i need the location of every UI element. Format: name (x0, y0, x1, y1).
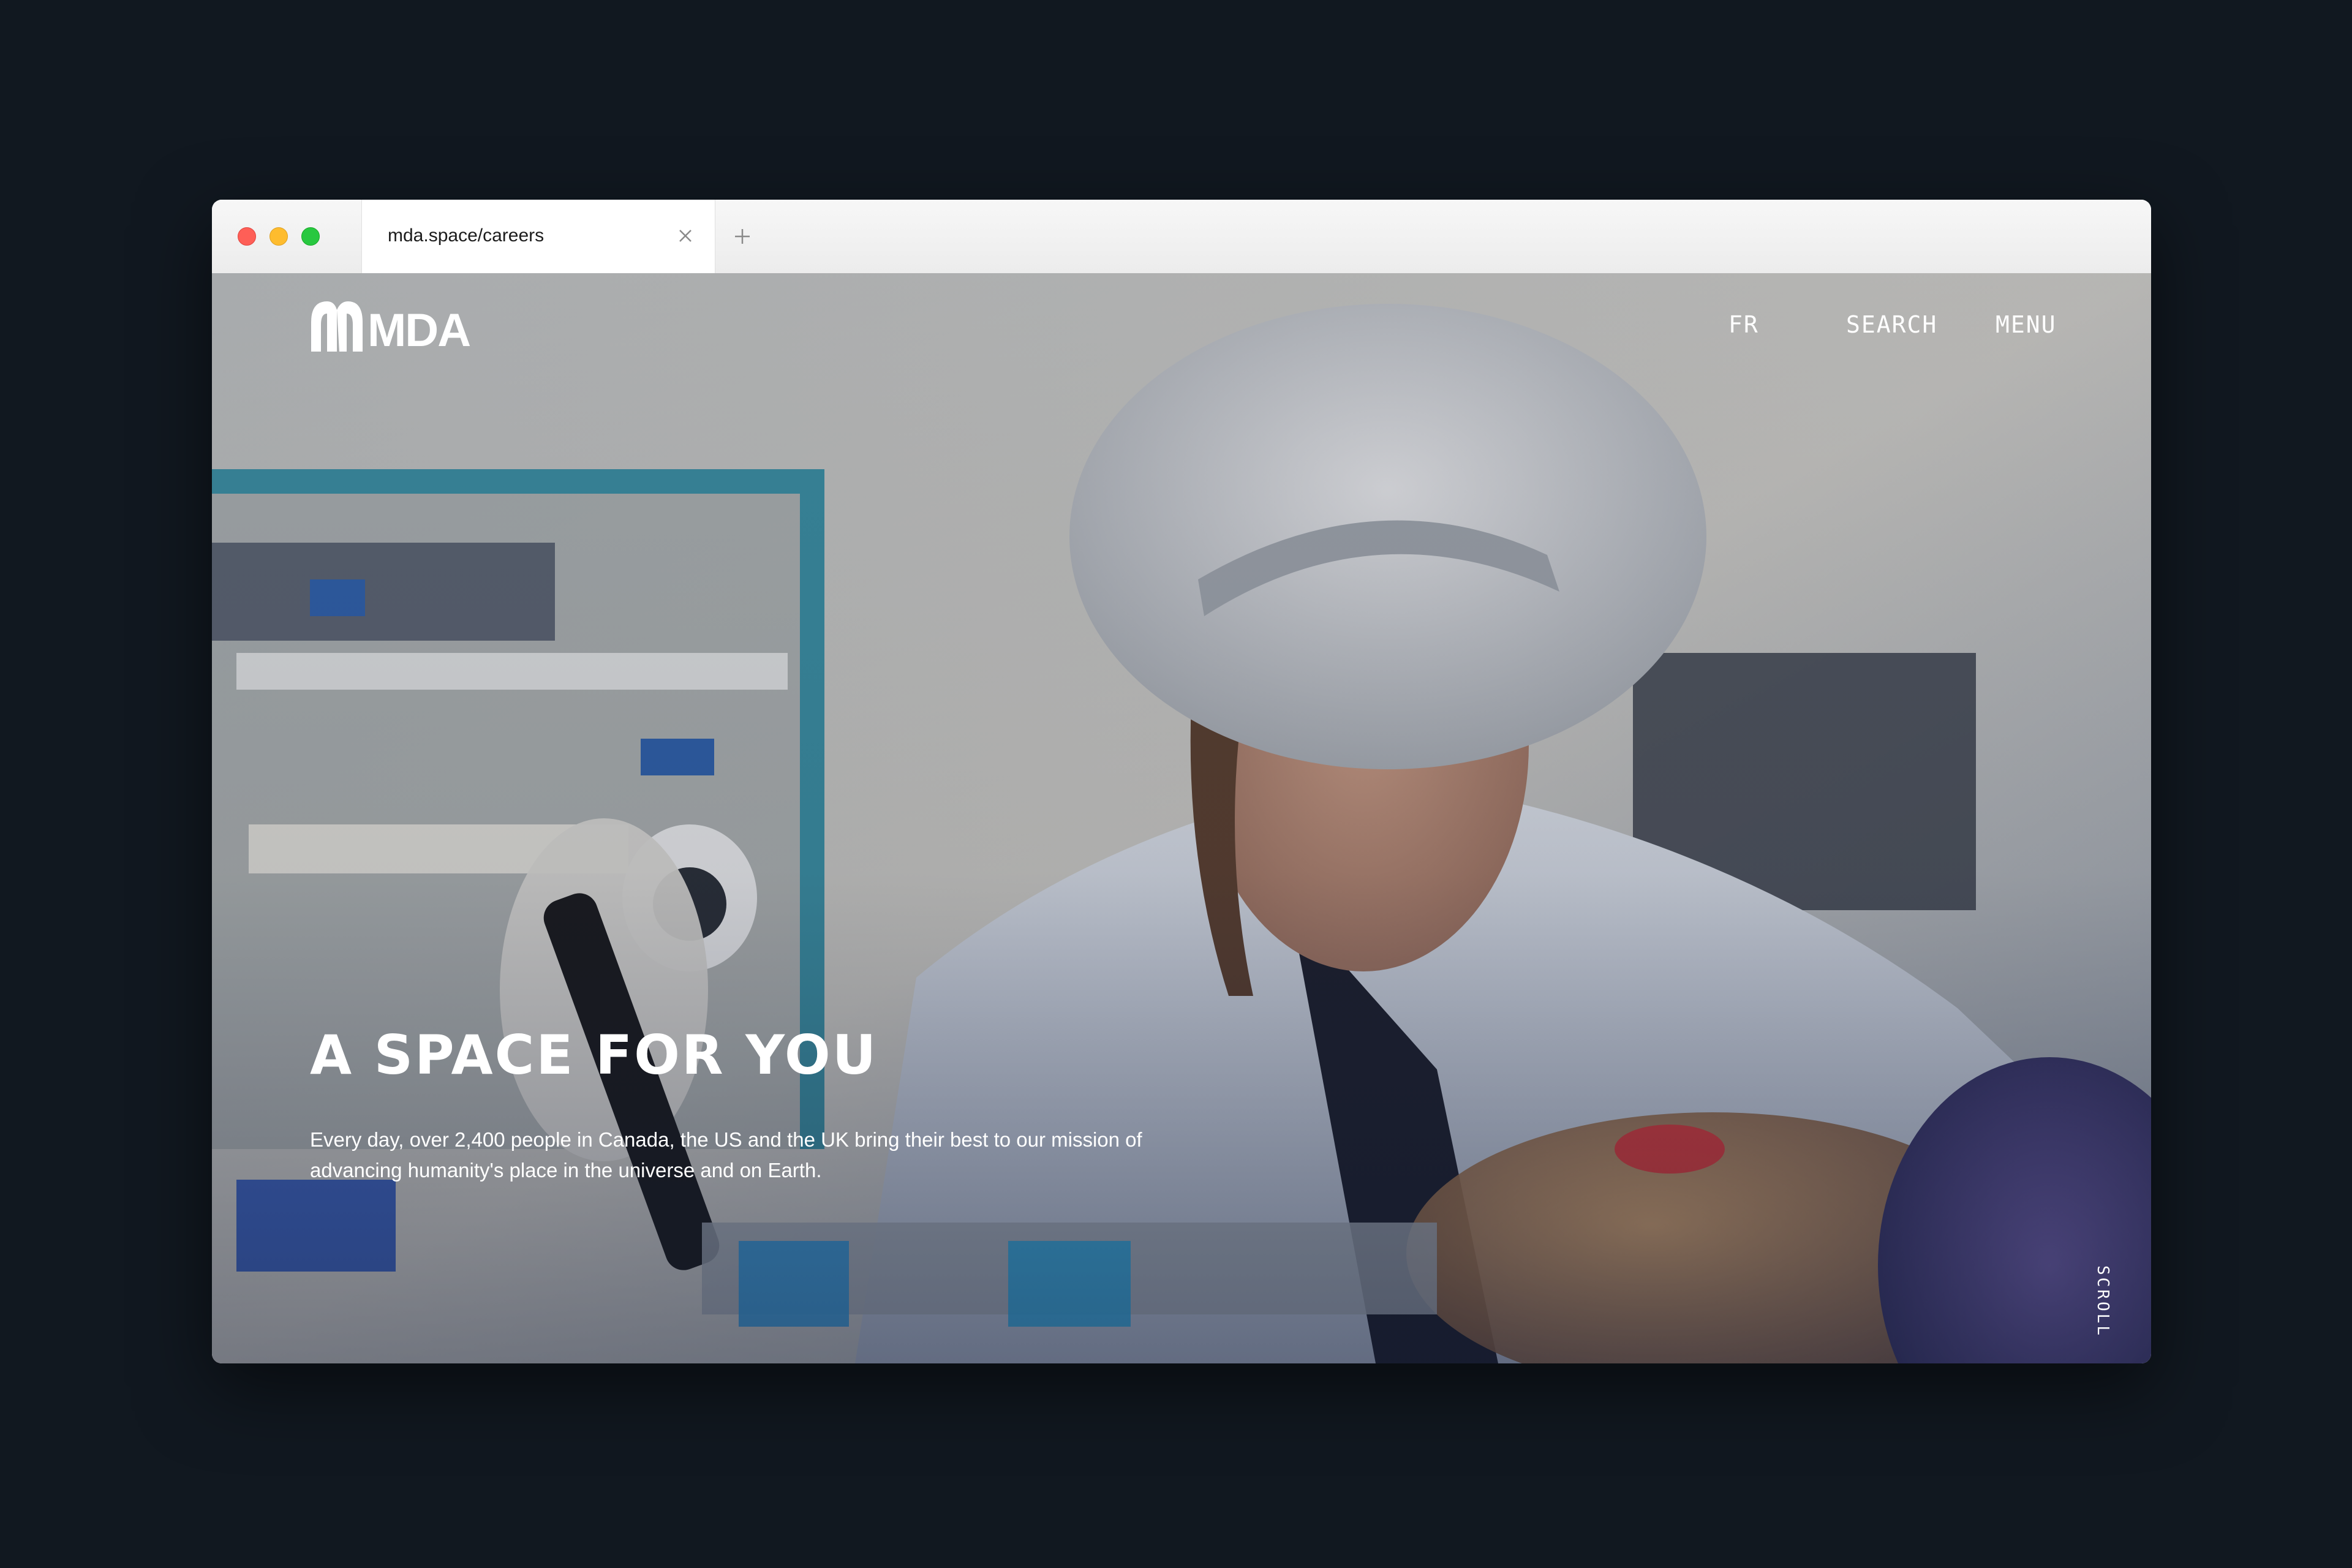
browser-window: mda.space/careers MDA FR SEARCH MENU A S… (212, 200, 2151, 1363)
plus-icon[interactable] (730, 224, 755, 249)
mda-logo[interactable]: MDA (310, 296, 471, 356)
hero-title: A SPACE FOR YOU (310, 1023, 878, 1087)
nav-language-fr[interactable]: FR (1728, 311, 1759, 338)
browser-titlebar: mda.space/careers (212, 200, 2151, 274)
mda-logo-mark-icon (311, 301, 363, 352)
logo-text: MDA (368, 304, 471, 356)
close-icon[interactable] (676, 226, 695, 246)
hero-description: Every day, over 2,400 people in Canada, … (310, 1128, 1142, 1182)
page-viewport: MDA FR SEARCH MENU A SPACE FOR YOU Every… (212, 273, 2151, 1363)
hero-overlay (212, 273, 2151, 1363)
tab-url-label: mda.space/careers (388, 225, 545, 246)
minimize-window-button[interactable] (270, 227, 288, 246)
browser-tab-active[interactable]: mda.space/careers (361, 200, 715, 273)
scroll-indicator-label[interactable]: SCROLL (2094, 1265, 2112, 1338)
close-window-button[interactable] (238, 227, 256, 246)
nav-search[interactable]: SEARCH (1846, 311, 1937, 338)
nav-menu[interactable]: MENU (1996, 311, 2057, 338)
maximize-window-button[interactable] (301, 227, 320, 246)
